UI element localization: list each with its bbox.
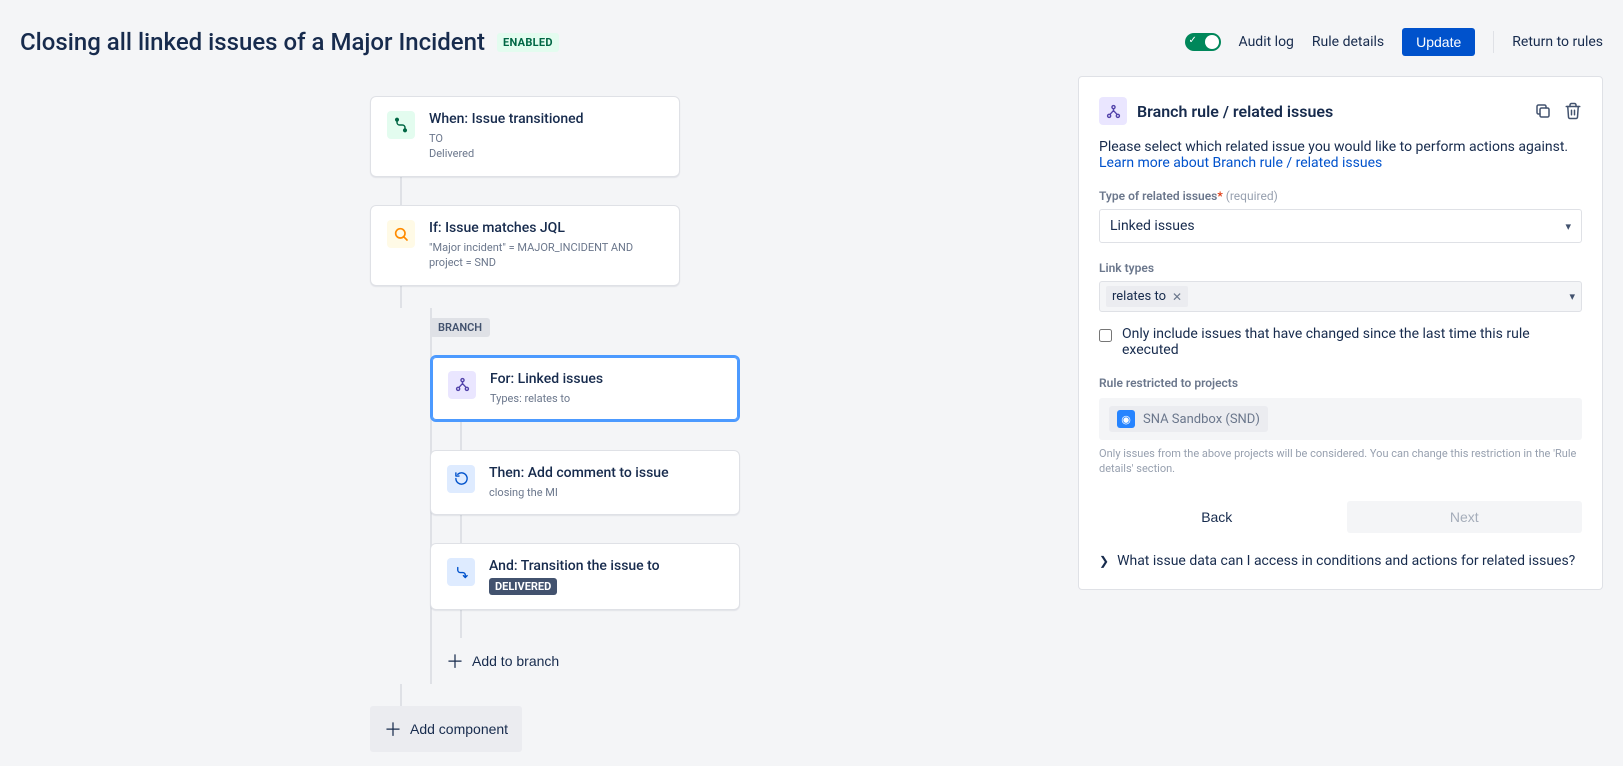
- page-header: Closing all linked issues of a Major Inc…: [0, 0, 1623, 76]
- branch-config-panel: Branch rule / related issues Please sele…: [1078, 76, 1603, 590]
- delete-icon[interactable]: [1564, 102, 1582, 120]
- project-icon: ◉: [1117, 410, 1135, 428]
- action-transition-title: And: Transition the issue to: [489, 558, 723, 574]
- add-component-button[interactable]: ＋ Add component: [370, 706, 522, 752]
- branch-for-card[interactable]: For: Linked issues Types: relates to: [430, 355, 740, 422]
- condition-title: If: Issue matches JQL: [429, 220, 663, 236]
- remove-tag-icon[interactable]: ✕: [1172, 290, 1182, 304]
- condition-card[interactable]: If: Issue matches JQL "Major incident" =…: [370, 205, 680, 286]
- link-type-tag: relates to ✕: [1106, 286, 1188, 307]
- enabled-badge: ENABLED: [497, 33, 559, 52]
- plus-icon: ＋: [384, 716, 402, 742]
- rule-details-link[interactable]: Rule details: [1312, 34, 1384, 50]
- branch-icon: [448, 371, 476, 399]
- trigger-card[interactable]: When: Issue transitioned TO Delivered: [370, 96, 680, 177]
- learn-more-link[interactable]: Learn more about Branch rule / related i…: [1099, 155, 1382, 171]
- branch-for-sub: Types: relates to: [490, 391, 722, 406]
- action-comment-icon: [447, 465, 475, 493]
- back-button[interactable]: Back: [1099, 501, 1335, 533]
- update-button[interactable]: Update: [1402, 28, 1475, 56]
- branch-label: BRANCH: [430, 318, 490, 337]
- return-to-rules-link[interactable]: Return to rules: [1512, 34, 1603, 50]
- divider: [1493, 31, 1494, 53]
- trigger-title: When: Issue transitioned: [429, 111, 663, 127]
- branch-block: BRANCH For: Linked issues Types: relates…: [430, 308, 1078, 685]
- rule-flow: When: Issue transitioned TO Delivered If…: [20, 76, 1078, 752]
- next-button: Next: [1347, 501, 1583, 533]
- restricted-label: Rule restricted to projects: [1099, 376, 1582, 390]
- link-types-select[interactable]: relates to ✕ ▾: [1099, 281, 1582, 312]
- project-pill: ◉ SNA Sandbox (SND): [1109, 406, 1268, 432]
- only-include-label: Only include issues that have changed si…: [1122, 326, 1582, 358]
- trigger-sub: TO Delivered: [429, 131, 663, 162]
- restricted-projects-box: ◉ SNA Sandbox (SND): [1099, 398, 1582, 440]
- rule-enabled-toggle[interactable]: ✓: [1185, 33, 1221, 51]
- action-comment-sub: closing the MI: [489, 485, 723, 500]
- type-of-related-label: Type of related issues* (required): [1099, 189, 1582, 203]
- data-access-accordion[interactable]: ❯ What issue data can I access in condit…: [1099, 553, 1582, 569]
- chevron-right-icon: ❯: [1099, 554, 1109, 568]
- condition-sub: "Major incident" = MAJOR_INCIDENT AND pr…: [429, 240, 663, 271]
- page-title: Closing all linked issues of a Major Inc…: [20, 28, 485, 56]
- chevron-down-icon: ▾: [1565, 220, 1571, 233]
- panel-title: Branch rule / related issues: [1137, 102, 1524, 121]
- action-transition-icon: [447, 558, 475, 586]
- branch-icon: [1099, 97, 1127, 125]
- audit-log-link[interactable]: Audit log: [1239, 34, 1294, 50]
- branch-for-title: For: Linked issues: [490, 371, 722, 387]
- add-to-branch-button[interactable]: ＋ Add to branch: [432, 638, 573, 684]
- type-of-related-select[interactable]: Linked issues ▾: [1099, 209, 1582, 243]
- action-comment-card[interactable]: Then: Add comment to issue closing the M…: [430, 450, 740, 515]
- condition-icon: [387, 220, 415, 248]
- header-actions: ✓ Audit log Rule details Update Return t…: [1185, 28, 1603, 56]
- duplicate-icon[interactable]: [1534, 102, 1552, 120]
- trigger-icon: [387, 111, 415, 139]
- panel-description: Please select which related issue you wo…: [1099, 139, 1582, 171]
- restricted-hint: Only issues from the above projects will…: [1099, 446, 1582, 477]
- only-include-checkbox[interactable]: [1099, 329, 1112, 342]
- action-comment-title: Then: Add comment to issue: [489, 465, 723, 481]
- action-transition-card[interactable]: And: Transition the issue to DELIVERED: [430, 543, 740, 610]
- check-icon: ✓: [1189, 35, 1197, 46]
- plus-icon: ＋: [446, 648, 464, 674]
- link-types-label: Link types: [1099, 261, 1582, 275]
- select-value: Linked issues: [1110, 218, 1195, 234]
- transition-status-pill: DELIVERED: [489, 578, 557, 595]
- chevron-down-icon: ▾: [1569, 290, 1575, 303]
